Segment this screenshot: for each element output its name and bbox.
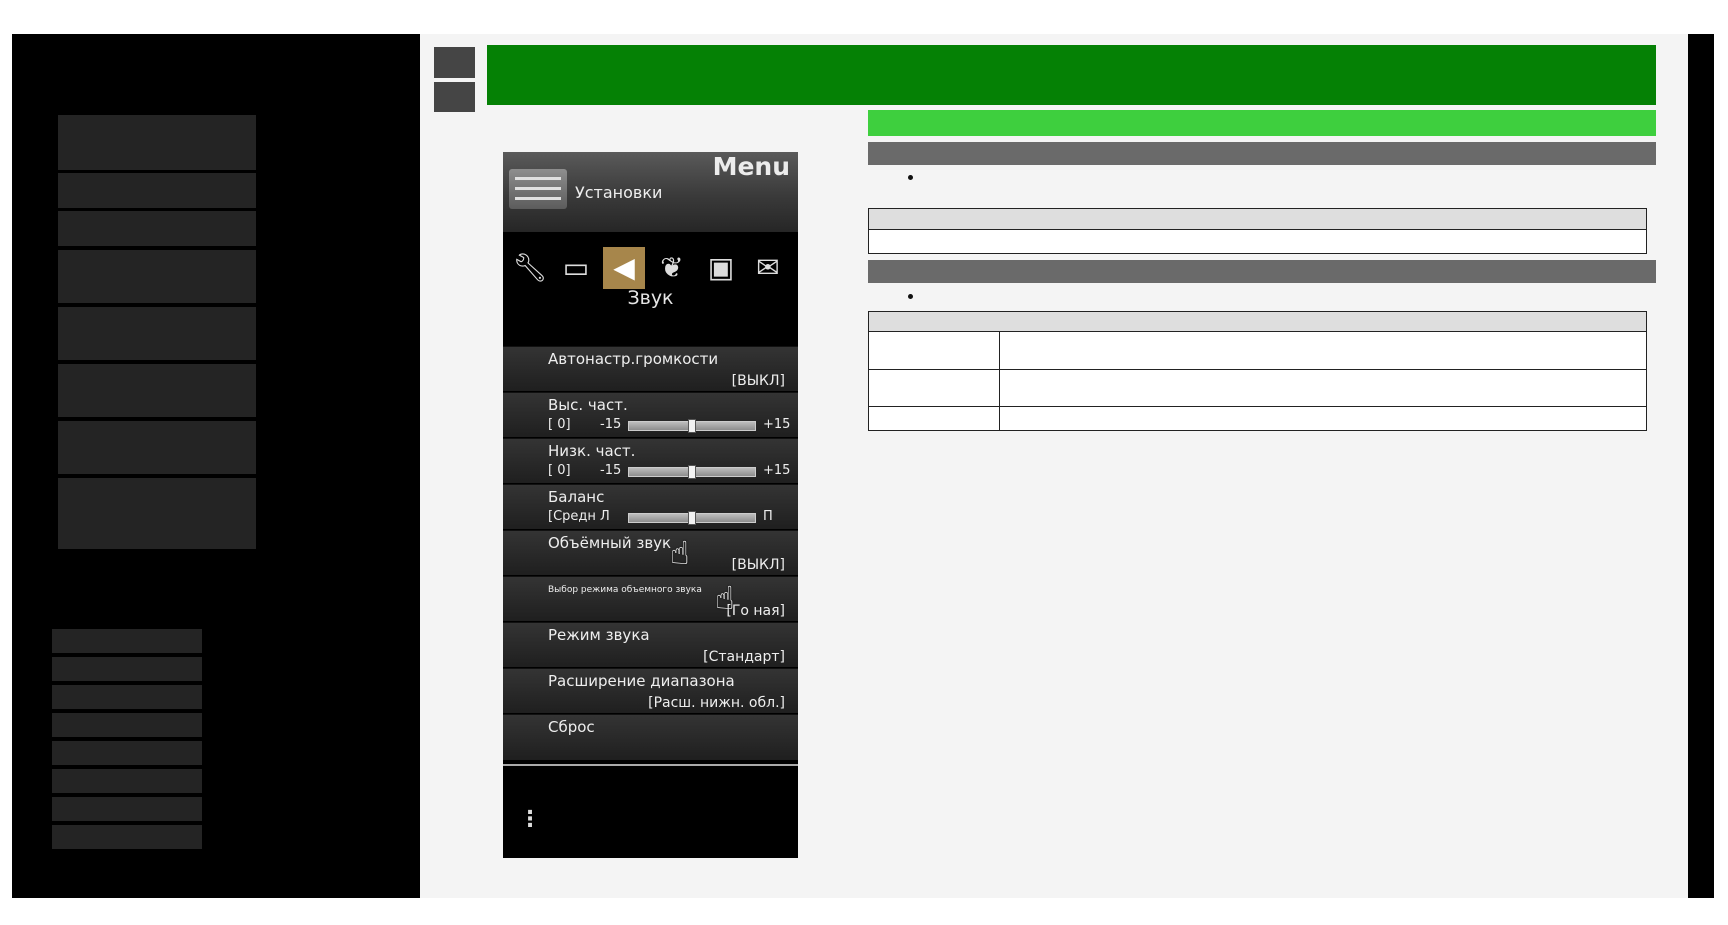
menu-item-treble[interactable]: Выс. част. [ 0] -15 +15 bbox=[503, 392, 798, 437]
slider-track[interactable] bbox=[628, 465, 756, 479]
menu-item-surround-mode[interactable]: Выбор режима объемного звука [Го ная] bbox=[503, 576, 798, 621]
leaf-icon[interactable]: ❦ bbox=[651, 247, 693, 289]
slider-knob[interactable] bbox=[688, 511, 696, 525]
menu-item-reset[interactable]: Сброс bbox=[503, 714, 798, 760]
left-link-item[interactable] bbox=[52, 797, 202, 821]
page-title-bar bbox=[487, 45, 1656, 105]
slider-max: П bbox=[763, 509, 773, 524]
left-nav-item[interactable] bbox=[58, 421, 256, 474]
menu-item-title: Низк. част. bbox=[548, 442, 636, 460]
menu-item-bass[interactable]: Низк. част. [ 0] -15 +15 bbox=[503, 438, 798, 483]
tv-menu-screenshot: Menu Установки 🔧︎ ▭ ◀ ❦ ▣ ✉ Звук Автонас… bbox=[503, 152, 798, 858]
menu-item-balance[interactable]: Баланс [Средн Л П bbox=[503, 484, 798, 529]
menu-item-sound-mode[interactable]: Режим звука [Стандарт] bbox=[503, 622, 798, 667]
table-column-divider bbox=[999, 332, 1000, 430]
info-table bbox=[868, 208, 1647, 254]
menu-item-value: [ВЫКЛ] bbox=[731, 373, 785, 389]
left-nav-item[interactable] bbox=[58, 364, 256, 417]
speaker-icon[interactable]: ◀ bbox=[603, 247, 645, 289]
left-nav-item[interactable] bbox=[58, 478, 256, 549]
slider[interactable]: [Средн Л П bbox=[548, 509, 788, 527]
table-header bbox=[869, 312, 1646, 332]
slider-knob[interactable] bbox=[688, 419, 696, 433]
more-options-icon[interactable]: ⋮ bbox=[519, 807, 541, 832]
menu-bottom-divider bbox=[503, 764, 798, 766]
menu-label: Menu bbox=[712, 152, 790, 181]
menu-item-value: [Го ная] bbox=[726, 603, 785, 619]
left-nav-item[interactable] bbox=[58, 173, 256, 208]
left-nav-item[interactable] bbox=[58, 115, 256, 170]
menu-item-title: Выбор режима объемного звука bbox=[548, 585, 702, 595]
settings-label: Установки bbox=[575, 183, 663, 202]
category-label: Звук bbox=[627, 287, 674, 309]
slider-track[interactable] bbox=[628, 419, 756, 433]
slider[interactable]: [ 0] -15 +15 bbox=[548, 417, 791, 435]
left-nav-item[interactable] bbox=[58, 307, 256, 360]
bullet-point bbox=[908, 294, 913, 299]
slider-knob[interactable] bbox=[688, 465, 696, 479]
slider-max: +15 bbox=[763, 417, 791, 432]
left-link-item[interactable] bbox=[52, 713, 202, 737]
menu-item-title: Автонастр.громкости bbox=[548, 350, 719, 368]
slider-value: [ 0] bbox=[548, 463, 571, 478]
left-link-item[interactable] bbox=[52, 657, 202, 681]
nav-square-button[interactable] bbox=[434, 47, 475, 78]
menu-item-value: [ВЫКЛ] bbox=[731, 557, 785, 573]
nav-square-button[interactable] bbox=[434, 82, 475, 112]
slider-min: -15 bbox=[600, 417, 622, 432]
pointing-hand-icon: ☝ bbox=[670, 534, 690, 572]
left-link-item[interactable] bbox=[52, 769, 202, 793]
menu-item-title: Сброс bbox=[548, 718, 595, 736]
briefcase-icon[interactable]: ▣ bbox=[700, 247, 742, 289]
slider-min: -15 bbox=[600, 463, 622, 478]
table-row bbox=[869, 369, 1646, 370]
left-nav-item[interactable] bbox=[58, 211, 256, 246]
table-row bbox=[869, 406, 1646, 407]
section-header-bar bbox=[868, 142, 1656, 165]
mail-icon[interactable]: ✉ bbox=[747, 247, 789, 289]
wrench-icon[interactable]: 🔧︎ bbox=[509, 247, 551, 289]
pointing-hand-icon: ☝ bbox=[715, 579, 735, 617]
left-link-item[interactable] bbox=[52, 741, 202, 765]
slider[interactable]: [ 0] -15 +15 bbox=[548, 463, 791, 481]
menu-item-title: Режим звука bbox=[548, 626, 650, 644]
slider-track[interactable] bbox=[628, 511, 756, 525]
left-link-item[interactable] bbox=[52, 685, 202, 709]
bullet-point bbox=[908, 175, 913, 180]
tv-menu-header: Menu Установки bbox=[503, 152, 798, 232]
monitor-icon[interactable]: ▭ bbox=[555, 247, 597, 289]
settings-sliders-icon bbox=[509, 169, 567, 209]
menu-item-value: [Стандарт] bbox=[703, 649, 785, 665]
menu-item-title: Баланс bbox=[548, 488, 605, 506]
slider-value: [Средн bbox=[548, 509, 596, 524]
slider-min: Л bbox=[600, 509, 610, 524]
left-link-item[interactable] bbox=[52, 629, 202, 653]
menu-item-auto-volume[interactable]: Автонастр.громкости [ВЫКЛ] bbox=[503, 346, 798, 391]
menu-item-value: [Расш. нижн. обл.] bbox=[648, 695, 785, 711]
slider-value: [ 0] bbox=[548, 417, 571, 432]
menu-item-range-extension[interactable]: Расширение диапазона [Расш. нижн. обл.] bbox=[503, 668, 798, 713]
left-link-item[interactable] bbox=[52, 825, 202, 849]
section-header-bar bbox=[868, 260, 1656, 283]
menu-item-title: Объёмный звук bbox=[548, 534, 672, 552]
subtitle-bar bbox=[868, 110, 1656, 136]
left-nav-item[interactable] bbox=[58, 250, 256, 303]
menu-item-title: Расширение диапазона bbox=[548, 672, 735, 690]
slider-max: +15 bbox=[763, 463, 791, 478]
menu-item-surround[interactable]: Объёмный звук [ВЫКЛ] bbox=[503, 530, 798, 575]
table-header bbox=[869, 209, 1646, 230]
settings-table bbox=[868, 311, 1647, 431]
menu-item-title: Выс. част. bbox=[548, 396, 628, 414]
